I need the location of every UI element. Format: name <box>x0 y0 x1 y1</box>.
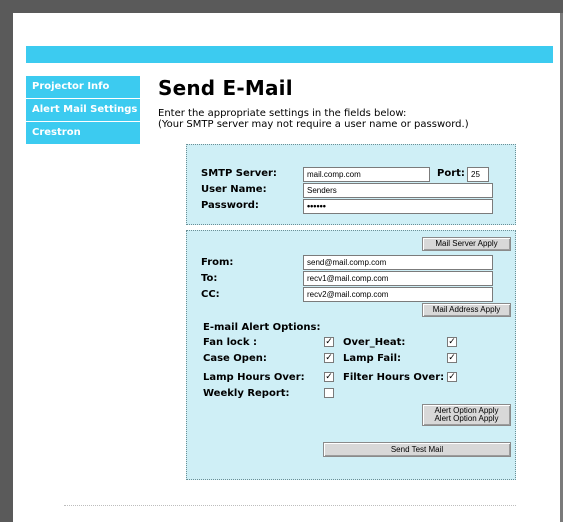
weekly-report-checkbox[interactable] <box>324 388 334 398</box>
fan-lock-checkbox[interactable]: ✓ <box>324 337 334 347</box>
filter-hours-over-label: Filter Hours Over: <box>343 372 445 383</box>
password-label: Password: <box>201 200 259 211</box>
mail-server-apply-button[interactable]: Mail Server Apply <box>422 237 511 251</box>
alert-option-apply-label-2: Alert Option Apply <box>434 414 499 423</box>
window-frame-top <box>0 0 563 13</box>
send-test-mail-label: Send Test Mail <box>390 445 444 454</box>
filter-hours-over-checkbox[interactable]: ✓ <box>447 372 457 382</box>
smtp-server-label: SMTP Server: <box>201 168 277 179</box>
footer-divider <box>64 505 516 506</box>
over-heat-checkbox[interactable]: ✓ <box>447 337 457 347</box>
port-label: Port: <box>437 168 465 179</box>
lamp-fail-checkbox[interactable]: ✓ <box>447 353 457 363</box>
user-name-input[interactable]: Senders <box>303 183 493 198</box>
port-input[interactable]: 25 <box>467 167 489 182</box>
mail-address-apply-button[interactable]: Mail Address Apply <box>422 303 511 317</box>
sidebar-item-crestron[interactable]: Crestron <box>26 122 140 144</box>
lamp-hours-over-checkbox[interactable]: ✓ <box>324 372 334 382</box>
intro-line-2: (Your SMTP server may not require a user… <box>158 119 469 130</box>
send-test-mail-button[interactable]: Send Test Mail <box>323 442 511 457</box>
sidebar-item-projector-info[interactable]: Projector Info <box>26 76 140 98</box>
sidebar-item-alert-mail-settings[interactable]: Alert Mail Settings <box>26 99 140 121</box>
over-heat-label: Over_Heat: <box>343 337 406 348</box>
from-input[interactable]: send@mail.comp.com <box>303 255 493 270</box>
weekly-report-label: Weekly Report: <box>203 388 290 399</box>
lamp-hours-over-label: Lamp Hours Over: <box>203 372 305 383</box>
fan-lock-label: Fan lock : <box>203 337 257 348</box>
header-banner <box>26 46 553 63</box>
mail-server-apply-label: Mail Server Apply <box>435 239 498 248</box>
window-frame-left <box>0 0 13 522</box>
alert-option-apply-button[interactable]: Alert Option Apply Alert Option Apply <box>422 404 511 426</box>
page-title: Send E-Mail <box>158 76 293 100</box>
alert-options-heading: E-mail Alert Options: <box>203 322 321 333</box>
cc-input[interactable]: recv2@mail.comp.com <box>303 287 493 302</box>
user-name-label: User Name: <box>201 184 267 195</box>
from-label: From: <box>201 257 234 268</box>
case-open-label: Case Open: <box>203 353 267 364</box>
mail-options-panel: Mail Server Apply From: send@mail.comp.c… <box>186 230 516 480</box>
password-input[interactable]: •••••• <box>303 199 493 214</box>
to-input[interactable]: recv1@mail.comp.com <box>303 271 493 286</box>
to-label: To: <box>201 273 218 284</box>
cc-label: CC: <box>201 289 220 300</box>
sidebar-nav: Projector Info Alert Mail Settings Crest… <box>26 76 140 145</box>
lamp-fail-label: Lamp Fail: <box>343 353 402 364</box>
smtp-server-input[interactable]: mail.comp.com <box>303 167 430 182</box>
mail-address-apply-label: Mail Address Apply <box>432 305 501 314</box>
case-open-checkbox[interactable]: ✓ <box>324 353 334 363</box>
smtp-settings-panel: SMTP Server: mail.comp.com Port: 25 User… <box>186 144 516 225</box>
intro-text: Enter the appropriate settings in the fi… <box>158 108 469 130</box>
intro-line-1: Enter the appropriate settings in the fi… <box>158 108 407 119</box>
